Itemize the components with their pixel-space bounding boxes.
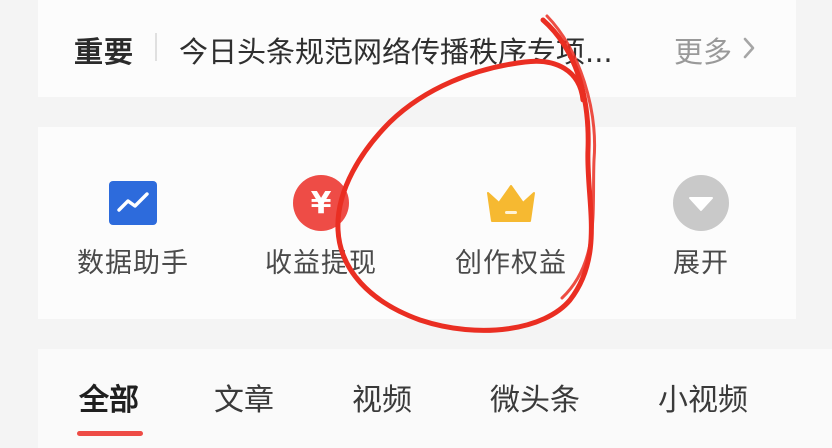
tool-expand[interactable]: 展开 (626, 165, 776, 285)
tool-creator-rights[interactable]: 创作权益 (436, 165, 586, 285)
trend-chart-icon (105, 175, 161, 231)
tab-micro-headline[interactable]: 微头条 (490, 375, 580, 419)
content-tabs: 全部 文章 视频 微头条 小视频 (38, 349, 832, 448)
tab-short-video[interactable]: 小视频 (658, 375, 748, 419)
yuan-coin-icon: ¥ (293, 175, 349, 231)
notice-divider (155, 33, 157, 61)
creator-tools: 数据助手 ¥ 收益提现 创作权益 展开 (38, 127, 796, 319)
tab-video[interactable]: 视频 (352, 375, 412, 419)
yuan-glyph: ¥ (311, 186, 332, 221)
tool-label: 收益提现 (265, 248, 377, 279)
tool-income-withdraw[interactable]: ¥ 收益提现 (246, 165, 396, 285)
expand-down-icon (673, 175, 729, 231)
tab-all[interactable]: 全部 (79, 375, 139, 419)
tool-data-assistant[interactable]: 数据助手 (58, 165, 208, 285)
more-link[interactable]: 更多 (674, 29, 756, 71)
tool-label: 创作权益 (455, 248, 567, 279)
more-label: 更多 (674, 35, 733, 69)
notice-bar[interactable]: 重要 今日头条规范网络传播秩序专项... 更多 (38, 0, 796, 97)
tab-article[interactable]: 文章 (214, 375, 274, 419)
notice-headline[interactable]: 今日头条规范网络传播秩序专项... (179, 29, 613, 71)
active-tab-indicator (77, 431, 143, 436)
notice-tag: 重要 (74, 35, 135, 69)
crown-icon (483, 175, 539, 231)
tool-label: 数据助手 (77, 248, 189, 279)
chevron-right-icon (742, 33, 756, 67)
tool-label: 展开 (673, 248, 729, 279)
